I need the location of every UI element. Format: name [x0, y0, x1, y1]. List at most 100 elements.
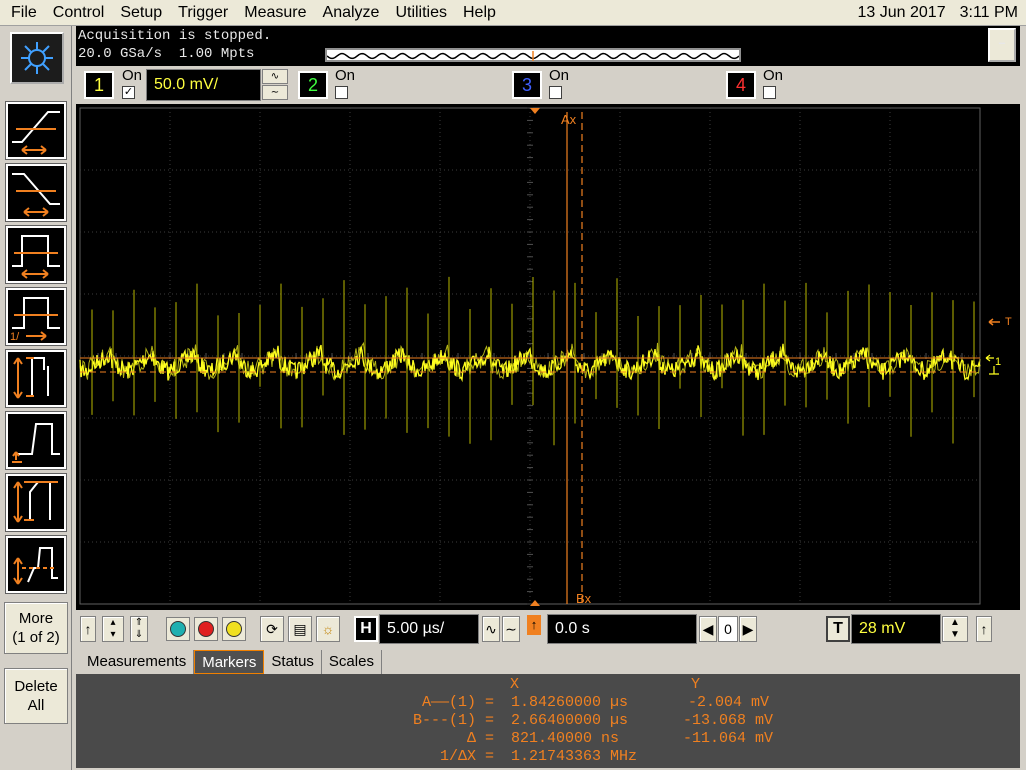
delete-all-button[interactable]: Delete All — [4, 668, 68, 724]
delay-right-button[interactable]: ▶ — [739, 616, 757, 642]
trigger-button[interactable]: T — [826, 616, 850, 642]
scroll-up-button[interactable]: ↑ — [80, 616, 96, 642]
setup-hold-icon — [12, 423, 60, 463]
minimize-button[interactable]: – — [988, 28, 1016, 62]
timebase-coarse-button[interactable]: ∼ — [502, 616, 520, 642]
delete-label: Delete — [14, 678, 58, 695]
memory-overview-bar[interactable] — [325, 48, 741, 62]
stop-indicator-icon — [198, 621, 214, 637]
acquisition-rate: 20.0 GSa/s 1.00 Mpts — [78, 46, 254, 62]
tab-scales[interactable]: Scales — [322, 650, 382, 674]
channel-1-coupling-ac[interactable]: ∿ — [262, 69, 288, 84]
channel-3-button[interactable]: 3 — [512, 71, 542, 99]
marker-b-label: Bx — [576, 591, 592, 606]
marker-a-row-label: A——(1) = — [421, 694, 494, 711]
timebase-field[interactable]: 5.00 µs/ — [379, 614, 479, 644]
trigger-level-stepper[interactable]: ▲ ▼ — [942, 616, 968, 642]
setup-hold-trigger-button[interactable] — [5, 411, 67, 470]
logo-button[interactable] — [10, 32, 64, 84]
tab-status[interactable]: Status — [264, 650, 322, 674]
delay-left-button[interactable]: ◀ — [699, 616, 717, 642]
channel-2-on-label: On — [335, 67, 356, 84]
transition-trigger-button[interactable] — [5, 473, 67, 532]
marker-a-y-value: -2.004 mV — [688, 694, 770, 711]
tab-bar: Measurements Markers Status Scales — [80, 650, 382, 674]
acquisition-status-text: Acquisition is stopped. — [78, 28, 272, 44]
menu-analyze[interactable]: Analyze — [315, 0, 388, 26]
oscilloscope-app: File Control Setup Trigger Measure Analy… — [0, 0, 1026, 770]
channel-4-checkbox[interactable] — [763, 86, 776, 99]
horizontal-button[interactable]: H — [354, 616, 378, 642]
menu-measure[interactable]: Measure — [236, 0, 314, 26]
delay-reference-icon[interactable]: ↑ — [527, 615, 541, 635]
waveform-display[interactable]: Ax Bx T 1 — [76, 104, 1020, 610]
transition-icon — [13, 481, 58, 523]
vertical-stepper[interactable]: ▴ ▾ — [102, 616, 124, 642]
svg-text:1/: 1/ — [10, 331, 20, 343]
memory-overview-waveform — [326, 51, 740, 61]
menu-control[interactable]: Control — [45, 0, 113, 26]
rising-edge-icon — [12, 111, 60, 155]
rising-edge-trigger-button[interactable] — [5, 101, 67, 160]
trigger-position-marker-bottom — [530, 600, 540, 606]
date-text: 13 Jun 2017 — [857, 4, 946, 21]
marker-a-x-value: 1.84260000 µs — [511, 694, 629, 711]
channel-row: 1 On ✓ 50.0 mV/ ∿ ∼ 2 On 3 On 4 On — [76, 66, 1020, 104]
menu-trigger[interactable]: Trigger — [170, 0, 236, 26]
pulse-width-icon — [12, 235, 60, 279]
single-indicator-icon — [226, 621, 242, 637]
runt-trigger-button[interactable] — [5, 349, 67, 408]
sample-rate: 20.0 GSa/s — [78, 46, 163, 62]
run-indicator-icon — [170, 621, 186, 637]
more-button[interactable]: More (1 of 2) — [4, 602, 68, 654]
channel-1-coupling-dc[interactable]: ∼ — [262, 85, 288, 100]
menu-utilities[interactable]: Utilities — [387, 0, 455, 26]
marker-b-y-value: -13.068 mV — [683, 712, 774, 729]
channel-4-on-label: On — [763, 67, 784, 84]
trigger-level-arrow-icon — [988, 318, 1000, 326]
channel-2-checkbox[interactable] — [335, 86, 348, 99]
menu-bar: File Control Setup Trigger Measure Analy… — [0, 0, 1026, 26]
acquisition-status: Acquisition is stopped. 20.0 GSa/s 1.00 … — [76, 26, 1020, 66]
channel-3-on-label: On — [549, 67, 570, 84]
delay-step-value[interactable]: 0 — [718, 616, 738, 642]
autoscale-button[interactable]: ⟳ — [260, 616, 284, 642]
trigger-scroll-button[interactable]: ↑ — [976, 616, 992, 642]
delete-all-label: All — [27, 697, 45, 714]
falling-edge-icon — [12, 173, 60, 217]
window-trigger-button[interactable] — [5, 535, 67, 594]
timebase-fine-button[interactable]: ∿ — [482, 616, 500, 642]
run-button[interactable] — [166, 617, 190, 641]
channel-1-checkbox[interactable]: ✓ — [122, 86, 135, 99]
datetime: 13 Jun 2017 3:11 PM — [858, 0, 1018, 26]
print-button[interactable]: ▤ — [288, 616, 312, 642]
menu-file[interactable]: File — [0, 0, 45, 26]
markers-panel: X Y A——(1) = 1.84260000 µs -2.004 mV B--… — [76, 674, 1020, 768]
delay-field[interactable]: 0.0 s — [547, 614, 697, 644]
channel-4-button[interactable]: 4 — [726, 71, 756, 99]
falling-edge-trigger-button[interactable] — [5, 163, 67, 222]
graticule: Ax Bx T 1 — [79, 107, 1012, 606]
trigger-level-field[interactable]: 28 mV — [851, 614, 941, 644]
delta-row-label: Δ = — [466, 730, 494, 747]
channel-2-button[interactable]: 2 — [298, 71, 328, 99]
menu-setup[interactable]: Setup — [112, 0, 170, 26]
tab-markers[interactable]: Markers — [194, 650, 265, 674]
glitch-icon: 1/ — [10, 297, 60, 343]
pulse-width-trigger-button[interactable] — [5, 225, 67, 284]
stop-button[interactable] — [194, 617, 218, 641]
channel-3-checkbox[interactable] — [549, 86, 562, 99]
marker-b-row-label: B---(1) = — [412, 712, 494, 729]
control-row: ↑ ▴ ▾ ⇑ ⇓ ⟳ ▤ ☼ H 5.00 µs/ ∿ ∼ ↑ 0.0 s ◀ 0… — [76, 610, 1020, 648]
vertical-expand-button[interactable]: ⇑ ⇓ — [130, 616, 148, 642]
single-button[interactable] — [222, 617, 246, 641]
ground-reference-label: 1 — [995, 356, 1001, 368]
channel-1-button[interactable]: 1 — [84, 71, 114, 99]
tab-measurements[interactable]: Measurements — [80, 650, 195, 674]
menu-help[interactable]: Help — [455, 0, 504, 26]
channel-1-scale[interactable]: 50.0 mV/ — [146, 69, 261, 101]
display-brightness-button[interactable]: ☼ — [316, 616, 340, 642]
delta-x-value: 821.40000 ns — [511, 730, 620, 747]
y-header: Y — [691, 676, 701, 693]
glitch-trigger-button[interactable]: 1/ — [5, 287, 67, 346]
